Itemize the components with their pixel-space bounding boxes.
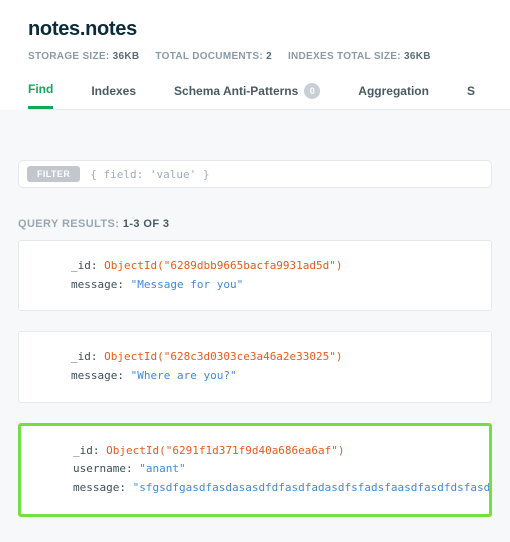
tab-schema-label: Schema Anti-Patterns	[174, 84, 298, 98]
tab-search[interactable]: S	[467, 76, 475, 109]
field-value: "Message for you"	[131, 278, 244, 291]
field-key: message	[71, 278, 117, 291]
filter-input-placeholder[interactable]: { field: 'value' }	[90, 168, 209, 181]
tab-schema-anti-patterns[interactable]: Schema Anti-Patterns 0	[174, 76, 320, 109]
field-key: message	[71, 369, 117, 382]
documents-list: _id: ObjectId("6289dbb9665bacfa9931ad5d"…	[18, 240, 492, 517]
document-field: _id: ObjectId("6291f1d371f9d40a686ea6af"…	[43, 442, 467, 461]
document-card[interactable]: _id: ObjectId("6289dbb9665bacfa9931ad5d"…	[18, 240, 492, 311]
storage-size-stat: STORAGE SIZE: 36KB	[28, 51, 139, 62]
field-key: username	[73, 462, 126, 475]
page-title: notes.notes	[28, 18, 510, 41]
field-key: _id	[71, 350, 91, 363]
document-card[interactable]: _id: ObjectId("6291f1d371f9d40a686ea6af"…	[18, 423, 492, 517]
field-value: ObjectId("628c3d0303ce3a46a2e33025")	[104, 350, 342, 363]
query-results-label: QUERY RESULTS: 1-3 OF 3	[18, 218, 510, 230]
filter-button[interactable]: FILTER	[27, 166, 80, 182]
filter-bar[interactable]: FILTER { field: 'value' }	[18, 160, 492, 188]
tabs: Find Indexes Schema Anti-Patterns 0 Aggr…	[28, 76, 510, 110]
field-key: message	[73, 481, 119, 494]
tab-aggregation[interactable]: Aggregation	[358, 76, 429, 109]
field-value: "anant"	[139, 462, 185, 475]
collection-stats: STORAGE SIZE: 36KB TOTAL DOCUMENTS: 2 IN…	[28, 51, 510, 62]
document-field: username: "anant"	[43, 460, 467, 479]
indexes-size-stat: INDEXES TOTAL SIZE: 36KB	[288, 51, 431, 62]
field-value: ObjectId("6291f1d371f9d40a686ea6af")	[106, 444, 344, 457]
document-field: _id: ObjectId("6289dbb9665bacfa9931ad5d"…	[41, 257, 469, 276]
header: notes.notes STORAGE SIZE: 36KB TOTAL DOC…	[0, 0, 510, 110]
field-key: _id	[71, 259, 91, 272]
document-field: message: "Message for you"	[41, 276, 469, 295]
field-value: "Where are you?"	[131, 369, 237, 382]
field-value: "sfgsdfgasdfasdasasdfdfasdfadasdfsfadsfa…	[133, 481, 492, 494]
document-field: _id: ObjectId("628c3d0303ce3a46a2e33025"…	[41, 348, 469, 367]
field-key: _id	[73, 444, 93, 457]
total-documents-stat: TOTAL DOCUMENTS: 2	[155, 51, 272, 62]
document-card[interactable]: _id: ObjectId("628c3d0303ce3a46a2e33025"…	[18, 331, 492, 402]
field-value: ObjectId("6289dbb9665bacfa9931ad5d")	[104, 259, 342, 272]
document-field: message: "Where are you?"	[41, 367, 469, 386]
schema-badge: 0	[304, 83, 320, 99]
tab-indexes[interactable]: Indexes	[91, 76, 136, 109]
document-field: message: "sfgsdfgasdfasdasasdfdfasdfadas…	[43, 479, 467, 498]
tab-find[interactable]: Find	[28, 76, 53, 109]
